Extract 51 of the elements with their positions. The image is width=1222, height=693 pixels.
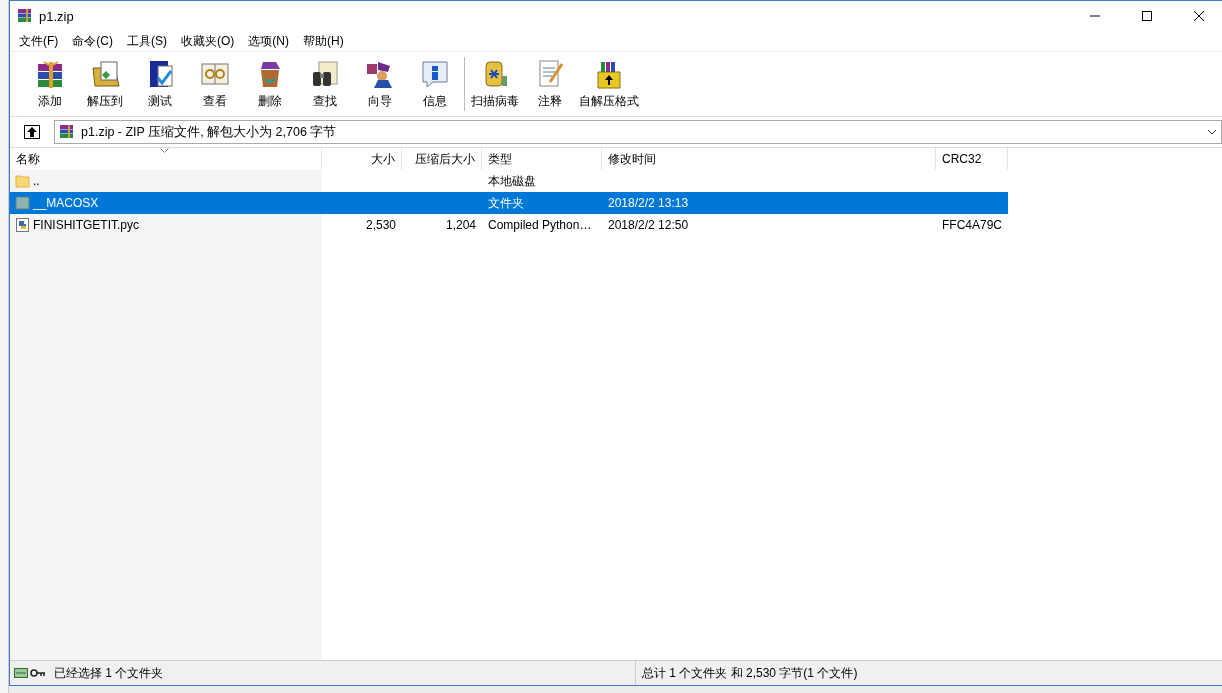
toolbar-button[interactable]: 解压到 bbox=[77, 55, 132, 113]
toolbar-button[interactable]: 查找 bbox=[297, 55, 352, 113]
table-cell: 1,204 bbox=[445, 218, 476, 232]
toolbar-button[interactable]: 添加 bbox=[22, 55, 77, 113]
address-field[interactable]: p1.zip - ZIP 压缩文件, 解包大小为 2,706 字节 bbox=[54, 120, 1222, 144]
maximize-icon bbox=[1141, 10, 1153, 22]
table-cell: 2018/2/2 12:50 bbox=[608, 218, 689, 232]
file-row[interactable]: FINISHITGETIT.pyc 2,530 1,204 Compiled Python… 2018/2/2 12:50 FFC4A79C bbox=[10, 214, 1222, 236]
column-header[interactable]: CRC32 bbox=[936, 148, 1008, 170]
toolbar-button[interactable]: 注释 bbox=[522, 55, 577, 113]
menu-item[interactable]: 选项(N) bbox=[241, 31, 296, 51]
toolbar-button[interactable]: 扫描病毒 bbox=[467, 55, 522, 113]
column-header[interactable]: 大小 bbox=[322, 148, 402, 170]
column-header[interactable]: 类型 bbox=[482, 148, 602, 170]
menu-item[interactable]: 收藏夹(O) bbox=[174, 31, 242, 51]
file-row[interactable]: .. 本地磁盘 bbox=[10, 170, 1222, 192]
toolbar-button[interactable]: 查看 bbox=[187, 55, 242, 113]
close-icon bbox=[1193, 10, 1205, 22]
window-title: p1.zip bbox=[39, 8, 74, 24]
menu-item[interactable]: 文件(F) bbox=[12, 31, 66, 51]
folder-icon bbox=[15, 195, 30, 211]
toolbar-button[interactable]: 删除 bbox=[242, 55, 297, 113]
column-header[interactable]: 修改时间 bbox=[602, 148, 936, 170]
total-status: 总计 1 个文件夹 和 2,530 字节(1 个文件) bbox=[642, 664, 858, 682]
menu-item[interactable]: 命令(C) bbox=[65, 31, 120, 51]
menu-item[interactable]: 帮助(H) bbox=[296, 31, 351, 51]
folder-icon bbox=[15, 173, 30, 189]
table-cell: FFC4A79C bbox=[942, 218, 1003, 232]
table-cell: 2018/2/2 13:13 bbox=[608, 196, 689, 210]
table-cell: 文件夹 bbox=[488, 194, 524, 212]
table-cell: 2,530 bbox=[365, 218, 396, 232]
up-folder-button[interactable] bbox=[22, 122, 42, 142]
menu-item[interactable]: 工具(S) bbox=[120, 31, 174, 51]
toolbar-button[interactable]: 信息 bbox=[407, 55, 462, 113]
toolbar-button[interactable]: 测试 bbox=[132, 55, 187, 113]
file-row[interactable]: __MACOSX 文件夹 2018/2/2 13:13 bbox=[10, 192, 1008, 214]
archive-books-icon bbox=[17, 8, 33, 24]
archive-books-icon bbox=[59, 124, 75, 140]
selection-status: 已经选择 1 个文件夹 bbox=[54, 664, 164, 682]
table-cell: FINISHITGETIT.pyc bbox=[33, 218, 139, 232]
table-cell: __MACOSX bbox=[33, 196, 99, 210]
column-header[interactable]: 压缩后大小 bbox=[402, 148, 482, 170]
table-cell: Compiled Python… bbox=[488, 218, 592, 232]
table-cell: .. bbox=[33, 174, 40, 188]
dropdown-caret-icon bbox=[1207, 128, 1217, 136]
drive-key-icon bbox=[14, 667, 46, 679]
table-cell: 本地磁盘 bbox=[488, 172, 536, 190]
toolbar-button[interactable]: 向导 bbox=[352, 55, 407, 113]
toolbar-button[interactable]: 自解压格式 bbox=[577, 55, 641, 113]
column-header[interactable]: 名称 bbox=[10, 148, 322, 170]
python-file-icon bbox=[15, 217, 30, 233]
